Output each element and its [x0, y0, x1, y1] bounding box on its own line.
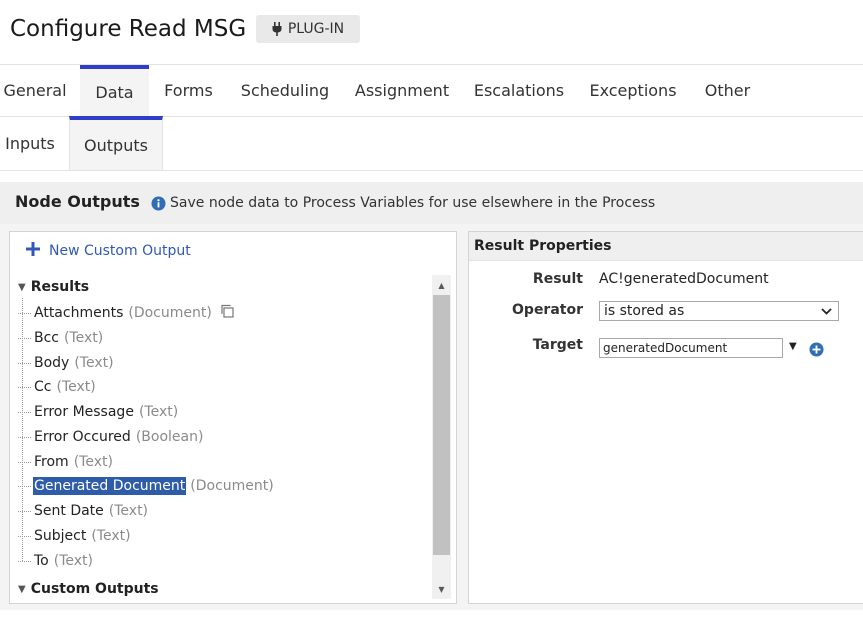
- plus-icon: [26, 242, 40, 260]
- tab-label: General: [3, 81, 67, 100]
- tree-item-type: (Document): [190, 478, 274, 494]
- tree-item-name: From: [34, 454, 69, 470]
- tab-other[interactable]: Other: [696, 65, 759, 116]
- tree-item-name: Attachments: [34, 305, 124, 321]
- copy-icon[interactable]: [220, 304, 234, 322]
- tree-item-type: (Text): [108, 503, 149, 519]
- plug-icon: [272, 22, 282, 36]
- operator-value: is stored as: [604, 303, 685, 319]
- operator-select[interactable]: is stored as: [599, 301, 839, 321]
- tree-item-type: (Text): [91, 528, 131, 544]
- tab-exceptions[interactable]: Exceptions: [583, 65, 683, 116]
- results-node[interactable]: ▼ Results: [18, 279, 89, 295]
- tree-item-error-message[interactable]: Error Message (Text): [18, 401, 178, 423]
- tab-label: Outputs: [84, 135, 148, 155]
- tree-item-name: Error Message: [34, 404, 134, 420]
- target-input[interactable]: generatedDocument: [599, 338, 783, 358]
- result-value: AC!generatedDocument: [599, 271, 769, 287]
- tree-item-type: (Text): [64, 330, 104, 346]
- info-text: Save node data to Process Variables for …: [170, 195, 656, 211]
- tree-item-body[interactable]: Body (Text): [18, 352, 114, 374]
- tree-item-name: Subject: [34, 528, 87, 544]
- tree-item-sent-date[interactable]: Sent Date (Text): [18, 500, 148, 522]
- tree-item-cc[interactable]: Cc (Text): [18, 376, 96, 398]
- scrollbar-thumb[interactable]: [433, 295, 450, 555]
- tab-assignment[interactable]: Assignment: [349, 65, 455, 116]
- sub-tabs: Inputs Outputs: [0, 116, 863, 171]
- tab-escalations[interactable]: Escalations: [468, 65, 570, 116]
- new-custom-output-label: New Custom Output: [49, 243, 191, 259]
- add-variable-icon[interactable]: [809, 342, 824, 357]
- custom-outputs-label: Custom Outputs: [30, 581, 159, 597]
- tab-label: Other: [704, 81, 751, 100]
- tree-item-generated-document[interactable]: Generated Document (Document): [18, 475, 274, 497]
- tree-item-name: Generated Document: [31, 476, 188, 496]
- tab-label: Escalations: [473, 81, 565, 100]
- tree-item-name: Cc: [34, 379, 52, 395]
- result-label: Result: [532, 271, 583, 287]
- tree-item-type: (Boolean): [135, 429, 204, 445]
- tree-item-type: (Text): [74, 355, 114, 371]
- tree-item-name: Error Occured: [34, 429, 131, 445]
- tab-outputs[interactable]: Outputs: [69, 116, 163, 170]
- scroll-up-arrow-icon[interactable]: ▲: [432, 276, 451, 294]
- node-outputs-header: Node Outputs Save node data to Process V…: [0, 182, 863, 224]
- tree-item-type: (Text): [56, 379, 96, 395]
- tab-general[interactable]: General: [0, 65, 70, 116]
- tab-scheduling[interactable]: Scheduling: [235, 65, 335, 116]
- tab-label: Forms: [164, 81, 213, 100]
- tree-item-type: (Text): [73, 454, 113, 470]
- tree-item-name: Sent Date: [34, 503, 104, 519]
- tree-item-subject[interactable]: Subject (Text): [18, 525, 131, 547]
- collapse-triangle-icon[interactable]: ▼: [18, 584, 26, 595]
- chevron-down-icon: [821, 303, 832, 319]
- tab-label: Inputs: [5, 133, 55, 153]
- tree-item-name: Bcc: [34, 330, 59, 346]
- tab-data[interactable]: Data: [80, 65, 149, 116]
- tree-item-error-occured[interactable]: Error Occured (Boolean): [18, 426, 203, 448]
- node-outputs-title: Node Outputs: [15, 192, 140, 211]
- custom-outputs-node[interactable]: ▼ Custom Outputs: [18, 581, 159, 597]
- tree-item-type: (Document): [128, 305, 212, 321]
- badge-label: PLUG-IN: [287, 21, 345, 37]
- tab-forms[interactable]: Forms: [155, 65, 222, 116]
- tree-item-attachments[interactable]: Attachments (Document): [18, 302, 234, 324]
- tree-item-to[interactable]: To (Text): [18, 550, 93, 572]
- results-label: Results: [30, 279, 90, 295]
- main-tabs: General Data Forms Scheduling Assignment…: [0, 64, 863, 117]
- target-label: Target: [532, 337, 583, 353]
- page-title: Configure Read MSG: [10, 16, 247, 42]
- tree-item-name: Body: [34, 355, 70, 371]
- scroll-down-arrow-icon[interactable]: ▼: [432, 580, 451, 598]
- tree-item-type: (Text): [53, 553, 93, 569]
- tab-label: Exceptions: [589, 81, 677, 100]
- tree-item-type: (Text): [138, 404, 179, 420]
- tree-item-name: To: [34, 553, 49, 569]
- info-icon: [151, 196, 166, 211]
- operator-label: Operator: [512, 302, 583, 318]
- tab-inputs[interactable]: Inputs: [0, 116, 60, 170]
- plugin-badge: PLUG-IN: [256, 15, 360, 43]
- target-value: generatedDocument: [603, 341, 728, 355]
- tab-label: Data: [95, 83, 134, 102]
- tree-item-from[interactable]: From (Text): [18, 451, 113, 473]
- collapse-triangle-icon[interactable]: ▼: [18, 282, 26, 293]
- target-dropdown-icon[interactable]: ▼: [789, 341, 797, 352]
- new-custom-output-button[interactable]: New Custom Output: [26, 242, 191, 260]
- result-properties-title: Result Properties: [474, 238, 612, 254]
- tab-label: Assignment: [354, 81, 450, 100]
- tree-item-bcc[interactable]: Bcc (Text): [18, 327, 103, 349]
- tab-label: Scheduling: [240, 81, 330, 100]
